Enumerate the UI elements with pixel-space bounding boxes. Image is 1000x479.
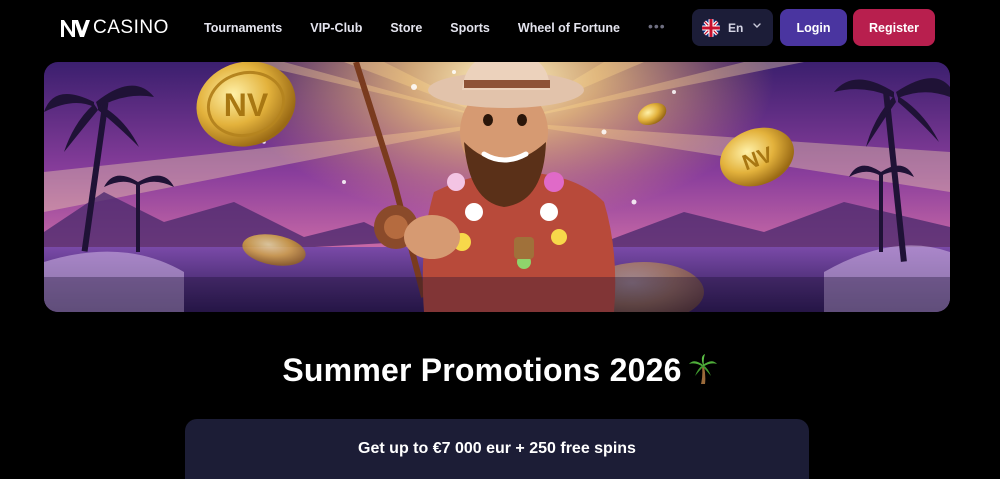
- page-title: Summer Promotions 2026: [0, 352, 1000, 389]
- svg-text:NV: NV: [224, 87, 269, 123]
- hero-banner[interactable]: NV NV: [44, 62, 950, 312]
- palm-tree-icon: [688, 354, 717, 384]
- page-title-text: Summer Promotions 2026: [282, 352, 682, 388]
- login-button[interactable]: Login: [780, 9, 847, 46]
- nav-store[interactable]: Store: [390, 21, 422, 35]
- nav-sports[interactable]: Sports: [450, 21, 490, 35]
- language-selector[interactable]: En: [692, 9, 773, 46]
- chevron-down-icon: [753, 23, 761, 28]
- casino-logo[interactable]: CASINO: [60, 17, 169, 39]
- main-nav: Tournaments VIP-Club Store Sports Wheel …: [204, 18, 666, 38]
- hero-banner-image: NV NV: [44, 62, 950, 312]
- logo-text: CASINO: [93, 17, 169, 38]
- promo-offer-text: Get up to €7 000 eur + 250 free spins: [358, 440, 636, 457]
- nav-wheel-of-fortune[interactable]: Wheel of Fortune: [518, 21, 620, 35]
- language-code: En: [728, 20, 744, 35]
- nav-vip-club[interactable]: VIP-Club: [310, 21, 362, 35]
- promo-offer-card[interactable]: Get up to €7 000 eur + 250 free spins: [185, 419, 809, 479]
- nv-logo-icon: [61, 20, 90, 37]
- uk-flag-icon: [702, 18, 720, 37]
- top-navigation-bar: CASINO Tournaments VIP-Club Store Sports…: [0, 0, 1000, 56]
- nav-tournaments[interactable]: Tournaments: [204, 21, 282, 35]
- register-button[interactable]: Register: [853, 9, 935, 46]
- more-menu-icon[interactable]: •••: [648, 18, 666, 34]
